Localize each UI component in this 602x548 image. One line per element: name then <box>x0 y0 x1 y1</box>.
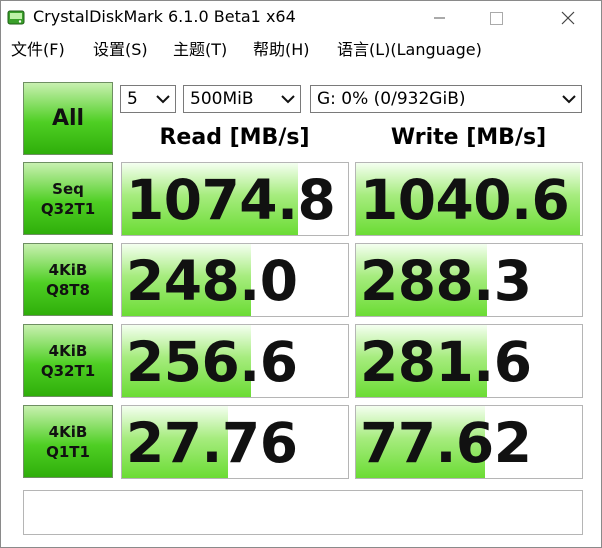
comment-box[interactable] <box>23 490 583 535</box>
result-cell-write: 288.3 <box>355 243 583 317</box>
chevron-down-icon <box>156 95 170 104</box>
all-tests-button[interactable]: All <box>23 82 113 155</box>
menu-language[interactable]: 语言(L)(Language) <box>337 40 482 60</box>
result-cell-read: 1074.8 <box>121 162 349 236</box>
result-cell-write: 281.6 <box>355 324 583 398</box>
drive-select[interactable]: G: 0% (0/932GiB) <box>310 85 582 113</box>
write-value: 288.3 <box>360 249 532 313</box>
test-label-line2: Q1T1 <box>46 442 90 461</box>
menu-file[interactable]: 文件(F) <box>11 40 65 60</box>
result-cell-read: 27.76 <box>121 405 349 479</box>
write-value: 77.62 <box>360 411 532 475</box>
read-value: 256.6 <box>126 330 298 394</box>
chevron-down-icon <box>562 95 576 104</box>
test-label-line2: Q32T1 <box>40 199 96 218</box>
test-count-select[interactable]: 5 <box>120 85 176 113</box>
write-value: 1040.6 <box>360 168 570 232</box>
read-value: 248.0 <box>126 249 298 313</box>
read-value: 1074.8 <box>126 168 336 232</box>
seq-q32t1-button[interactable]: Seq Q32T1 <box>23 162 113 235</box>
maximize-icon <box>489 11 503 25</box>
4kib-q8t8-button[interactable]: 4KiB Q8T8 <box>23 243 113 316</box>
4kib-q1t1-button[interactable]: 4KiB Q1T1 <box>23 405 113 478</box>
read-column-header: Read [MB/s] <box>159 125 310 150</box>
menu-theme[interactable]: 主题(T) <box>173 40 227 60</box>
minimize-button[interactable] <box>417 1 463 35</box>
app-window: CrystalDiskMark 6.1.0 Beta1 x64 文件(F) 设置… <box>0 0 602 548</box>
result-cell-read: 256.6 <box>121 324 349 398</box>
drive-value: G: 0% (0/932GiB) <box>317 89 466 109</box>
test-label-line2: Q8T8 <box>46 280 90 299</box>
result-cell-write: 77.62 <box>355 405 583 479</box>
write-column-header: Write [MB/s] <box>390 125 547 150</box>
menu-help[interactable]: 帮助(H) <box>253 40 310 60</box>
result-cell-write: 1040.6 <box>355 162 583 236</box>
close-button[interactable] <box>545 1 591 35</box>
menu-settings[interactable]: 设置(S) <box>93 40 148 60</box>
test-label-line1: 4KiB <box>48 422 88 441</box>
result-cell-read: 248.0 <box>121 243 349 317</box>
write-value: 281.6 <box>360 330 532 394</box>
test-size-value: 500MiB <box>190 89 254 109</box>
read-value: 27.76 <box>126 411 298 475</box>
test-label-line1: 4KiB <box>48 341 88 360</box>
4kib-q32t1-button[interactable]: 4KiB Q32T1 <box>23 324 113 397</box>
maximize-button[interactable] <box>473 1 519 35</box>
test-label-line2: Q32T1 <box>40 361 96 380</box>
chevron-down-icon <box>281 95 295 104</box>
test-label-line1: 4KiB <box>48 260 88 279</box>
title-bar: CrystalDiskMark 6.1.0 Beta1 x64 <box>1 1 601 35</box>
window-title: CrystalDiskMark 6.1.0 Beta1 x64 <box>33 7 296 26</box>
minimize-icon <box>434 17 445 19</box>
app-disk-icon <box>7 10 25 25</box>
menu-bar: 文件(F) 设置(S) 主题(T) 帮助(H) 语言(L)(Language) <box>1 37 601 63</box>
test-label-line1: Seq <box>52 179 84 198</box>
close-icon <box>561 11 575 25</box>
test-size-select[interactable]: 500MiB <box>183 85 301 113</box>
test-count-value: 5 <box>127 89 138 109</box>
